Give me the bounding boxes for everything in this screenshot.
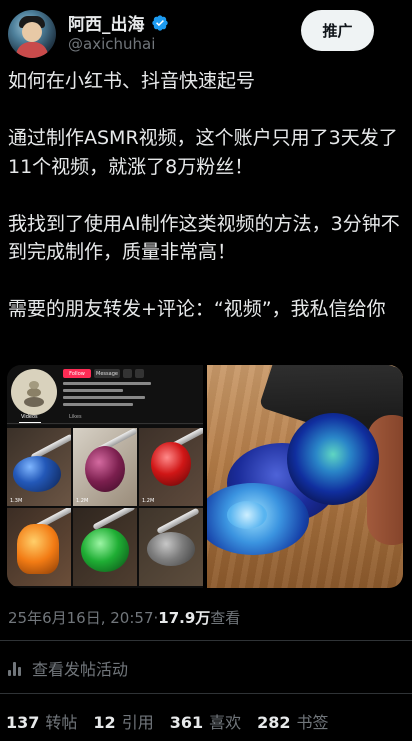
tiktok-share-icon <box>123 369 132 378</box>
view-label: 查看 <box>210 609 241 627</box>
tiktok-video-thumb <box>139 508 203 586</box>
tiktok-video-thumb: 1.2M <box>73 428 137 506</box>
engagement-stats: 137 转帖 12 引用 361 喜欢 282 书签 <box>6 709 329 733</box>
quotes-stat[interactable]: 12 引用 <box>93 709 153 733</box>
media-image-gel-cutting[interactable] <box>207 365 403 588</box>
view-count: 17.9万 <box>158 609 211 627</box>
view-post-activity-label: 查看发帖活动 <box>32 660 129 679</box>
tweet-paragraph: 需要的朋友转发+评论：“视频”，我私信给你 <box>8 298 386 320</box>
tiktok-follow-button: Follow <box>63 369 91 378</box>
tiktok-stats-line <box>63 382 151 385</box>
tiktok-message-button: Message <box>94 369 120 378</box>
tiktok-avatar <box>11 369 57 415</box>
tiktok-video-grid: 1.3M 1.2M 1.2M <box>7 428 203 588</box>
verified-badge-icon <box>151 14 168 31</box>
gel-blob <box>287 413 379 505</box>
avatar[interactable] <box>8 10 56 58</box>
tiktok-video-thumb <box>73 508 137 586</box>
bar-chart-icon <box>8 660 24 676</box>
tiktok-bio-line <box>63 389 123 392</box>
tiktok-video-thumb <box>7 508 71 586</box>
tweet-paragraph: 通过制作ASMR视频，这个账户只用了3天发了11个视频，就涨了8万粉丝！ <box>8 127 398 178</box>
tiktok-video-thumb: 1.3M <box>7 428 71 506</box>
media-image-tiktok-profile[interactable]: Follow Message Videos Likes 1.3M 1.2M 1.… <box>7 365 203 588</box>
retweets-stat[interactable]: 137 转帖 <box>6 709 77 733</box>
tiktok-bio-line <box>63 403 133 406</box>
tweet-body: 如何在小红书、抖音快速起号 通过制作ASMR视频，这个账户只用了3天发了11个视… <box>8 67 406 352</box>
tweet-paragraph: 我找到了使用AI制作这类视频的方法，3分钟不到完成制作，质量非常高！ <box>8 212 400 264</box>
author-name-row[interactable]: 阿西_出海 <box>68 10 169 35</box>
tweet-media[interactable]: Follow Message Videos Likes 1.3M 1.2M 1.… <box>7 365 403 588</box>
tweet-meta: 25年6月16日, 20:57 · 17.9万 查看 <box>8 607 240 628</box>
tweet-header: 阿西_出海 @axichuhai 推广 <box>0 0 412 60</box>
tweet-datetime[interactable]: 25年6月16日, 20:57 <box>8 607 153 628</box>
tiktok-bio-line <box>63 396 145 399</box>
tiktok-tab-videos: Videos <box>21 414 38 420</box>
bookmarks-stat[interactable]: 282 书签 <box>257 709 328 733</box>
tweet-paragraph: 如何在小红书、抖音快速起号 <box>8 70 256 92</box>
author-name[interactable]: 阿西_出海 <box>68 10 145 35</box>
divider <box>0 693 412 694</box>
tiktok-video-thumb: 1.2M <box>139 428 203 506</box>
view-post-activity-link[interactable]: 查看发帖活动 <box>8 656 128 680</box>
tiktok-tabs: Videos Likes <box>7 412 203 424</box>
tiktok-more-icon <box>135 369 144 378</box>
divider <box>0 640 412 641</box>
likes-stat[interactable]: 361 喜欢 <box>170 709 241 733</box>
tiktok-profile-header: Follow Message Videos Likes <box>7 365 203 425</box>
author-handle[interactable]: @axichuhai <box>68 35 155 53</box>
promote-button[interactable]: 推广 <box>301 10 374 51</box>
tiktok-tab-likes: Likes <box>69 414 82 420</box>
